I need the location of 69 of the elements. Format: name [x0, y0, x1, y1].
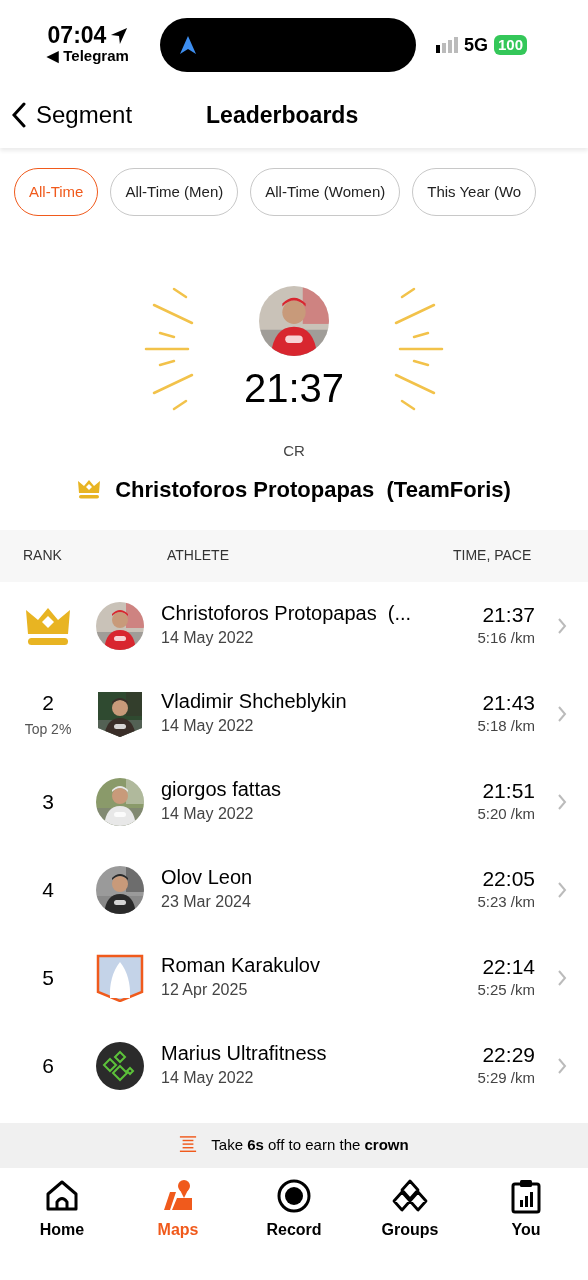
battery-indicator: 100: [494, 35, 528, 55]
activity-date: 14 May 2022: [161, 628, 255, 648]
avatar-placeholder-icon: [96, 953, 144, 1002]
segment-lines-icon: [179, 1135, 198, 1155]
network-label: 5G: [464, 33, 488, 57]
back-to-app-link[interactable]: ◀ Telegram: [47, 47, 129, 66]
athlete-name: Vladimir Shcheblykin: [161, 689, 348, 714]
signal-icon: [436, 37, 458, 53]
chevron-right-icon: [557, 968, 567, 987]
leaderboard-row[interactable]: 5 Roman Karakulov 12 Apr 2025 22:14 5:25 /km: [0, 933, 588, 1022]
athlete-name: giorgos fattas: [161, 777, 283, 802]
activity-date: 14 May 2022: [161, 716, 255, 736]
segment-time: 22:29: [482, 1041, 535, 1067]
segment-time: 21:51: [482, 777, 535, 803]
chevron-right-icon: [557, 1056, 567, 1075]
rank-number: 6: [42, 1052, 54, 1079]
back-button[interactable]: Segment: [12, 97, 133, 133]
pace: 5:18 /km: [477, 715, 535, 736]
rank-number: 5: [42, 964, 54, 991]
record-label: CR: [283, 441, 305, 461]
rank-number: 3: [42, 788, 54, 815]
diamond-logo-icon: [96, 1041, 144, 1090]
navigation-arrow-icon: [178, 35, 198, 55]
record-time: 21:37: [243, 365, 345, 412]
activity-date: 14 May 2022: [161, 1068, 255, 1088]
column-heading: RANK: [22, 546, 63, 565]
leaderboard-row[interactable]: 4 Olov Leon 23 Mar 2024 22:05 5:23 /km: [0, 845, 588, 934]
groups-icon: [392, 1177, 428, 1214]
rank-number: 2: [42, 690, 54, 717]
rank-number: 4: [42, 876, 54, 903]
record-holder: Christoforos Protopapas (TeamForis): [115, 475, 511, 504]
segment-time: 21:37: [482, 601, 535, 627]
athlete-name: Christoforos Protopapas (...: [161, 601, 413, 626]
pace: 5:23 /km: [477, 891, 535, 912]
pace: 5:20 /km: [477, 803, 535, 824]
tab-bar-item[interactable]: Home: [12, 1177, 112, 1242]
location-arrow-icon: [110, 26, 129, 45]
tab-bar-item[interactable]: Groups: [360, 1177, 460, 1242]
leaderboard-row[interactable]: 3 giorgos fattas 14 May 2022 21:51 5:20 /km: [0, 757, 588, 846]
segment-time: 22:05: [482, 865, 535, 891]
athlete-name: Roman Karakulov: [161, 953, 321, 978]
activity-date: 12 Apr 2025: [161, 980, 249, 1000]
pace: 5:25 /km: [477, 979, 535, 1000]
tab-bar-item[interactable]: Record: [244, 1177, 344, 1242]
activity-date: 23 Mar 2024: [161, 892, 252, 912]
crown-icon: [77, 479, 102, 499]
tab-bar-item[interactable]: You: [476, 1177, 576, 1242]
column-heading: TIME, PACE: [452, 546, 533, 565]
rank-percentile: Top 2%: [24, 719, 72, 739]
record-icon: [276, 1177, 312, 1214]
athlete-name: Marius Ultrafitness: [161, 1041, 328, 1066]
segment-time: 22:14: [482, 953, 535, 979]
athlete-name: Olov Leon: [161, 865, 254, 890]
chevron-right-icon: [557, 704, 567, 723]
leaderboard-row[interactable]: 6 Marius Ultrafitness 14 May 2022 22:29 5:29 /km: [0, 1021, 588, 1110]
pace: 5:29 /km: [477, 1067, 535, 1088]
pace: 5:16 /km: [477, 627, 535, 648]
chevron-left-icon: [12, 102, 26, 128]
column-heading: ATHLETE: [167, 546, 230, 565]
chevron-right-icon: [557, 616, 567, 635]
chevron-right-icon: [557, 792, 567, 811]
leaderboard-row[interactable]: 2 Top 2% Vladimir Shcheblykin 14 May 2022 21:43 5:18 /km: [0, 669, 588, 758]
hint-text: Take 6s off to earn the crown: [211, 1134, 409, 1155]
chevron-right-icon: [557, 880, 567, 899]
page-title: Leaderboards: [206, 100, 359, 130]
activity-date: 14 May 2022: [161, 804, 255, 824]
leaderboard-row[interactable]: Christoforos Protopapas (... 14 May 2022 21:37 5:16 /km: [0, 581, 588, 670]
clock: 07:04: [47, 24, 107, 48]
segment-time: 21:43: [482, 689, 535, 715]
